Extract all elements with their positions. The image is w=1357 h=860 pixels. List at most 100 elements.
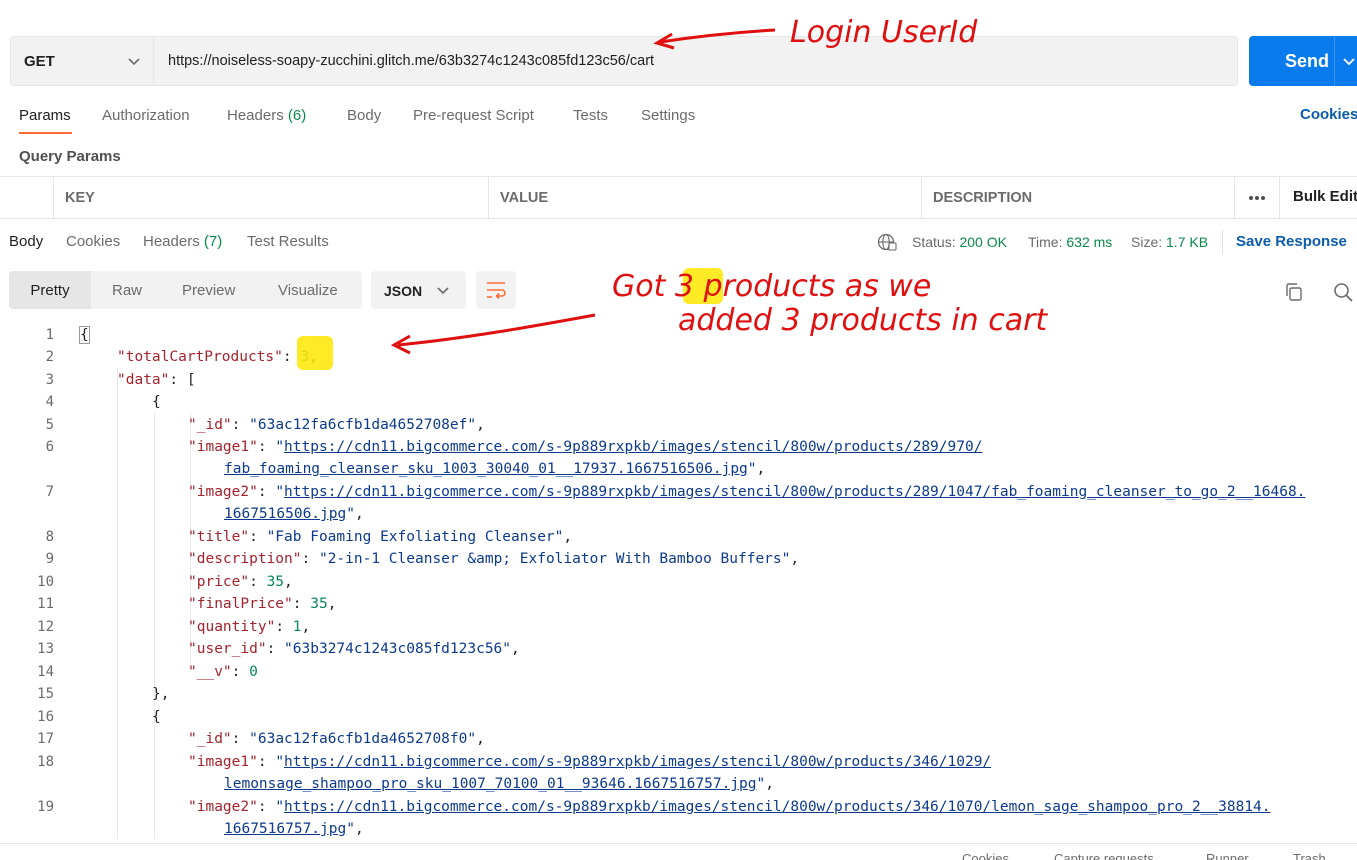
tab-body[interactable]: Body	[347, 107, 381, 124]
json-key: "data"	[117, 372, 170, 388]
json-number: 0	[249, 664, 258, 680]
line-number: 11	[37, 596, 54, 612]
json-key: "price"	[188, 574, 250, 590]
code-line: "image1": "https://cdn11.bigcommerce.com…	[188, 439, 983, 455]
json-link[interactable]: https://cdn11.bigcommerce.com/s-9p889rxp…	[284, 484, 1305, 500]
resp-tab-test-results[interactable]: Test Results	[247, 233, 329, 250]
line-number: 7	[45, 484, 54, 500]
resp-tab-cookies[interactable]: Cookies	[66, 233, 120, 250]
response-body-code[interactable]: 1 2 3 4 5 6 7 8 9 10 11 12 13 14 15 16 17 18 19 { "totalCa…	[0, 324, 1357, 839]
response-divider	[1222, 230, 1223, 254]
line-number: 1	[45, 327, 54, 343]
send-button[interactable]: Send	[1249, 36, 1357, 86]
resp-tab-headers-count: (7)	[203, 233, 223, 250]
json-string: "63b3274c1243c085fd123c56"	[284, 641, 512, 657]
code-line: "description": "2-in-1 Cleanser &amp; Ex…	[188, 551, 800, 567]
view-pretty[interactable]: Pretty	[9, 271, 91, 309]
view-mode-segmented: Pretty Raw Preview Visualize	[9, 271, 362, 309]
json-link[interactable]: 1667516757.jpg	[224, 821, 346, 837]
line-number: 4	[45, 394, 54, 410]
code-line: "title": "Fab Foaming Exfoliating Cleans…	[188, 529, 573, 545]
code-line: "quantity": 1,	[188, 619, 311, 635]
line-number: 12	[37, 619, 54, 635]
url-input[interactable]: https://noiseless-soapy-zucchini.glitch.…	[168, 37, 654, 85]
json-key: "image2"	[188, 484, 258, 500]
json-link[interactable]: https://cdn11.bigcommerce.com/s-9p889rxp…	[284, 439, 982, 455]
status-label: Status:	[912, 234, 956, 250]
json-key: "image1"	[188, 439, 258, 455]
col-key: KEY	[53, 177, 488, 218]
annotation-got-products-line1: Got 3 products as we	[612, 269, 931, 304]
query-params-table: KEY VALUE DESCRIPTION Bulk Edit	[0, 176, 1357, 219]
copy-icon[interactable]	[1284, 282, 1304, 302]
code-line: },	[152, 686, 170, 702]
json-key: "image1"	[188, 754, 258, 770]
code-line: "_id": "63ac12fa6cfb1da4652708f0",	[188, 731, 485, 747]
line-number: 18	[37, 754, 54, 770]
search-icon[interactable]	[1333, 282, 1353, 302]
save-response-button[interactable]: Save Response	[1236, 233, 1347, 250]
tab-params[interactable]: Params	[19, 107, 71, 124]
active-tab-indicator	[19, 132, 72, 134]
code-line: "totalCartProducts": 3,	[117, 349, 318, 365]
code-line-wrap: 1667516506.jpg",	[224, 506, 364, 522]
cookies-link[interactable]: Cookies	[1300, 106, 1357, 123]
view-raw[interactable]: Raw	[112, 271, 142, 309]
json-number: 1	[292, 619, 302, 635]
code-line-wrap: fab_foaming_cleanser_sku_1003_30040_01__…	[224, 461, 766, 477]
code-line: "__v": 0	[188, 664, 258, 680]
line-number: 6	[45, 439, 54, 455]
tab-headers[interactable]: Headers (6)	[227, 107, 306, 124]
tab-tests[interactable]: Tests	[573, 107, 608, 124]
code-line: "price": 35,	[188, 574, 293, 590]
resp-tab-body[interactable]: Body	[9, 233, 43, 250]
code-line: {	[152, 394, 161, 410]
json-key: "description"	[188, 551, 302, 567]
view-preview[interactable]: Preview	[182, 271, 235, 309]
json-link[interactable]: lemonsage_shampoo_pro_sku_1007_70100_01_…	[224, 776, 757, 792]
json-link[interactable]: 1667516506.jpg	[224, 506, 346, 522]
bulk-edit-button[interactable]: Bulk Edit	[1293, 188, 1357, 205]
json-link[interactable]: https://cdn11.bigcommerce.com/s-9p889rxp…	[284, 754, 991, 770]
view-visualize[interactable]: Visualize	[278, 271, 338, 309]
code-line-wrap: lemonsage_shampoo_pro_sku_1007_70100_01_…	[224, 776, 774, 792]
highlight-marker	[683, 268, 723, 304]
format-label: JSON	[384, 283, 423, 299]
json-string: "Fab Foaming Exfoliating Cleanser"	[266, 529, 564, 545]
wrap-lines-button[interactable]	[476, 271, 516, 309]
more-options-icon[interactable]	[1248, 195, 1266, 201]
query-params-title: Query Params	[19, 148, 121, 165]
code-line: "image1": "https://cdn11.bigcommerce.com…	[188, 754, 992, 770]
code-line: "image2": "https://cdn11.bigcommerce.com…	[188, 799, 1271, 815]
indent-guide	[117, 368, 118, 839]
status-info[interactable]: Status: 200 OK	[912, 234, 1007, 250]
send-label: Send	[1285, 51, 1330, 71]
code-line: "data": [	[117, 372, 196, 388]
size-label: Size:	[1131, 234, 1163, 250]
time-label: Time:	[1028, 234, 1063, 250]
size-value: 1.7 KB	[1166, 234, 1209, 250]
json-key: "image2"	[188, 799, 258, 815]
globe-network-icon[interactable]	[877, 233, 897, 251]
code-line-wrap: 1667516757.jpg",	[224, 821, 364, 837]
tab-authorization[interactable]: Authorization	[102, 107, 190, 124]
line-number: 15	[37, 686, 54, 702]
line-number: 10	[37, 574, 54, 590]
json-link[interactable]: fab_foaming_cleanser_sku_1003_30040_01__…	[224, 461, 748, 477]
chevron-down-icon	[437, 287, 449, 295]
json-key: "quantity"	[188, 619, 276, 635]
time-info[interactable]: Time: 632 ms	[1028, 234, 1112, 250]
line-number: 8	[45, 529, 54, 545]
send-options-chevron-icon[interactable]	[1342, 54, 1356, 68]
format-select[interactable]: JSON	[371, 271, 466, 309]
json-link[interactable]: https://cdn11.bigcommerce.com/s-9p889rxp…	[284, 799, 1270, 815]
resp-tab-headers[interactable]: Headers (7)	[143, 233, 222, 250]
method-select[interactable]: GET	[11, 37, 154, 85]
code-line: "_id": "63ac12fa6cfb1da4652708ef",	[188, 417, 485, 433]
size-info[interactable]: Size: 1.7 KB	[1131, 234, 1208, 250]
json-string: "63ac12fa6cfb1da4652708ef"	[249, 417, 477, 433]
line-number: 3	[45, 372, 54, 388]
tab-settings[interactable]: Settings	[641, 107, 695, 124]
tab-prerequest-script[interactable]: Pre-request Script	[413, 107, 534, 124]
code-line: {	[152, 709, 161, 725]
